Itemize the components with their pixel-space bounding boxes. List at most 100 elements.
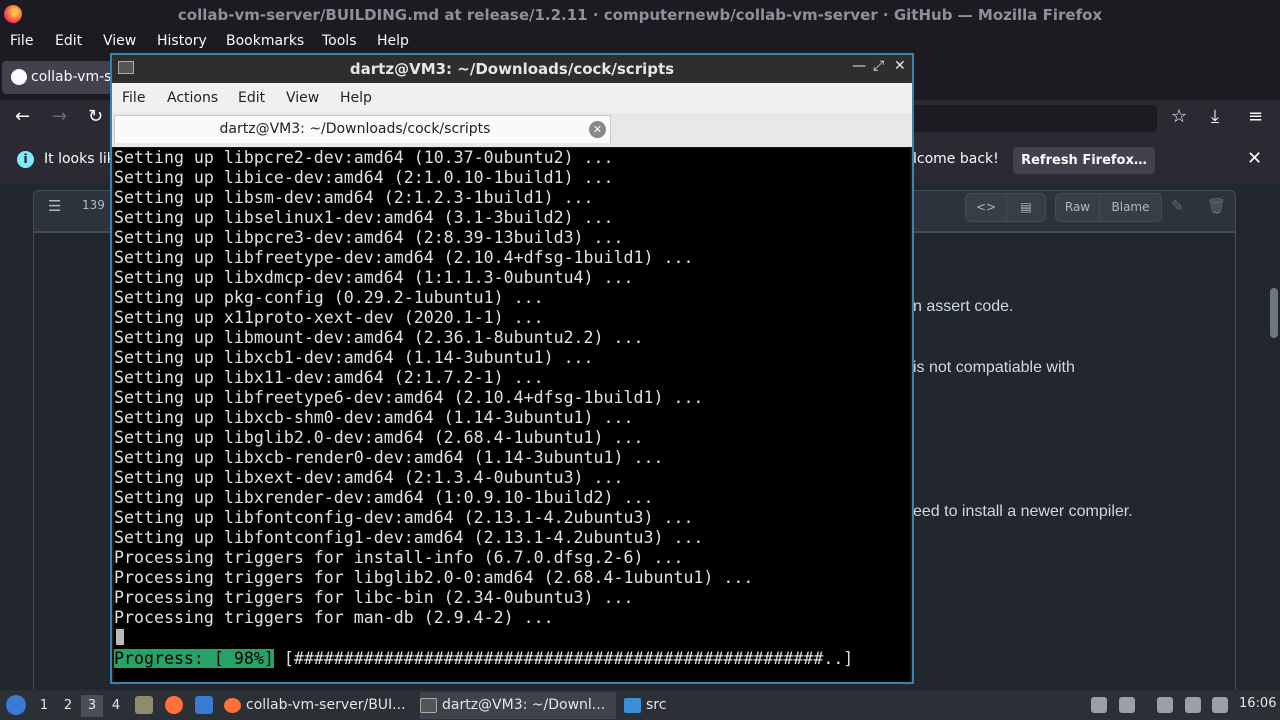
workspace-2[interactable]: 2 [57,695,79,717]
terminal-line: Setting up libxcb-shm0-dev:amd64 (1.14-3… [114,408,634,427]
terminal-menubar: File Actions Edit View Help [112,83,912,113]
firefox-icon [224,697,241,713]
term-menu-view[interactable]: View [286,90,319,106]
volume-icon[interactable] [1119,697,1135,713]
edit-pencil-icon[interactable]: ✎ [1171,197,1184,215]
term-menu-actions[interactable]: Actions [167,90,218,106]
progress-bar: [#######################################… [273,649,854,668]
workspace-3[interactable]: 3 [81,695,103,717]
minimize-icon[interactable]: — [852,58,866,74]
task-folder[interactable]: src [624,692,684,719]
code-view-icon[interactable]: <> [965,193,1007,222]
progress-row: Progress: [ 98%] [######################… [114,649,853,669]
ff-menu-file[interactable]: File [10,33,33,49]
terminal-line: Setting up libfreetype-dev:amd64 (2.10.4… [114,248,694,267]
raw-button[interactable]: Raw [1055,193,1100,222]
terminal-line: Processing triggers for libglib2.0-0:amd… [114,568,754,587]
terminal-tab[interactable]: dartz@VM3: ~/Downloads/cock/scripts ✕ [114,115,611,143]
task-terminal[interactable]: dartz@VM3: ~/Downl... [420,692,616,719]
terminal-line: Processing triggers for man-db (2.9.4-2)… [114,608,554,627]
ff-menu-tools[interactable]: Tools [322,33,357,49]
download-icon[interactable]: ⤓ [1211,106,1219,127]
close-icon[interactable]: ✕ [894,58,906,74]
delete-trash-icon[interactable]: 🗑 [1207,197,1226,215]
terminal-line: Setting up libx11-dev:amd64 (2:1.7.2-1) … [114,368,544,387]
line-count: 139 [82,198,105,212]
blame-button[interactable]: Blame [1099,193,1162,222]
infobar-close-icon[interactable]: ✕ [1247,148,1262,169]
terminal-line: Setting up libxdmcp-dev:amd64 (1:1.1.3-0… [114,268,634,287]
github-icon [11,69,27,85]
firefox-tab-label: collab-vm-se [31,69,121,85]
terminal-line: Setting up libpcre2-dev:amd64 (10.37-0ub… [114,148,614,167]
terminal-tabbar: dartz@VM3: ~/Downloads/cock/scripts ✕ [112,113,912,147]
task-label: dartz@VM3: ~/Downl... [442,697,606,713]
ff-menu-help[interactable]: Help [377,33,409,49]
url-bar[interactable] [912,105,1157,132]
task-label: collab-vm-server/BUI... [246,697,406,713]
firefox-titlebar: collab-vm-server/BUILDING.md at release/… [0,0,1280,29]
terminal-cursor [116,629,124,645]
forward-icon[interactable]: → [52,106,67,127]
ff-menu-history[interactable]: History [157,33,207,49]
progress-label: Progress: [ 98%] [114,649,274,668]
terminal-line: Setting up libfontconfig1-dev:amd64 (2.1… [114,528,704,547]
workspace-4[interactable]: 4 [105,695,127,717]
ff-menu-view[interactable]: View [103,33,136,49]
terminal-line: Setting up libfreetype6-dev:amd64 (2.10.… [114,388,704,407]
file-manager-launcher-icon[interactable] [135,696,153,714]
ff-menu-edit[interactable]: Edit [55,33,82,49]
terminal-titlebar[interactable]: dartz@VM3: ~/Downloads/cock/scripts — ⤢ … [112,55,912,83]
preview-document-icon[interactable]: ▤ [1006,193,1046,222]
task-firefox[interactable]: collab-vm-server/BUI... [224,692,410,719]
infobar-text: It looks lik [44,151,115,167]
term-menu-edit[interactable]: Edit [238,90,265,106]
desktop-launcher-icon[interactable] [195,696,213,714]
terminal-line: Setting up libxcb1-dev:amd64 (1.14-3ubun… [114,348,594,367]
terminal-line: Setting up libsm-dev:amd64 (2:1.2.3-1bui… [114,188,594,207]
terminal-line: Setting up libxcb-render0-dev:amd64 (1.1… [114,448,664,467]
terminal-line: Setting up pkg-config (0.29.2-1ubuntu1) … [114,288,544,307]
ff-menu-bookmarks[interactable]: Bookmarks [226,33,304,49]
firefox-tab[interactable]: collab-vm-se [2,61,120,94]
info-icon: i [17,151,34,168]
display-icon[interactable] [1185,697,1201,713]
content-fragment: n assert code. [913,298,1014,315]
terminal-window-title: dartz@VM3: ~/Downloads/cock/scripts [349,60,675,78]
terminal-icon [420,697,437,713]
firefox-window-title: collab-vm-server/BUILDING.md at release/… [177,6,1103,24]
firefox-launcher-icon[interactable] [165,696,183,714]
terminal-line: Setting up libmount-dev:amd64 (2.36.1-8u… [114,328,644,347]
task-label: src [646,697,667,713]
clipboard-icon[interactable] [1157,697,1173,713]
term-menu-help[interactable]: Help [340,90,372,106]
reload-icon[interactable]: ↻ [88,106,103,127]
maximize-icon[interactable]: ⤢ [873,58,884,74]
terminal-line: Setting up libglib2.0-dev:amd64 (2.68.4-… [114,428,644,447]
outline-list-icon[interactable]: ☰ [48,197,61,215]
terminal-line: Setting up libpcre3-dev:amd64 (2:8.39-13… [114,228,624,247]
terminal-line: Setting up libselinux1-dev:amd64 (3.1-3b… [114,208,614,227]
terminal-line: Setting up libxext-dev:amd64 (2:1.3.4-0u… [114,468,624,487]
page-scrollbar-thumb[interactable] [1270,288,1278,338]
folder-icon [624,697,641,713]
terminal-output[interactable]: Setting up libpcre2-dev:amd64 (10.37-0ub… [114,148,910,682]
network-icon[interactable] [1212,697,1228,713]
terminal-line: Setting up x11proto-xext-dev (2020.1-1) … [114,308,544,327]
tray-eject-icon[interactable] [1091,697,1107,713]
terminal-line: Setting up libice-dev:amd64 (2:1.0.10-1b… [114,168,614,187]
clock: 16:06 [1239,696,1277,711]
term-menu-file[interactable]: File [122,90,145,106]
refresh-firefox-button[interactable]: Refresh Firefox… [1013,147,1155,174]
terminal-line: Processing triggers for install-info (6.… [114,548,684,567]
content-fragment: eed to install a newer compiler. [913,503,1133,520]
start-menu-icon[interactable] [6,695,26,715]
terminal-line: Setting up libfontconfig-dev:amd64 (2.13… [114,508,694,527]
bookmark-star-icon[interactable]: ☆ [1171,106,1187,127]
back-icon[interactable]: ← [15,106,30,127]
terminal-line: Setting up libxrender-dev:amd64 (1:0.9.1… [114,488,654,507]
terminal-lines: Setting up libpcre2-dev:amd64 (10.37-0ub… [114,148,753,628]
workspace-1[interactable]: 1 [33,695,55,717]
hamburger-menu-icon[interactable]: ≡ [1248,106,1263,127]
tab-close-icon[interactable]: ✕ [589,121,606,138]
